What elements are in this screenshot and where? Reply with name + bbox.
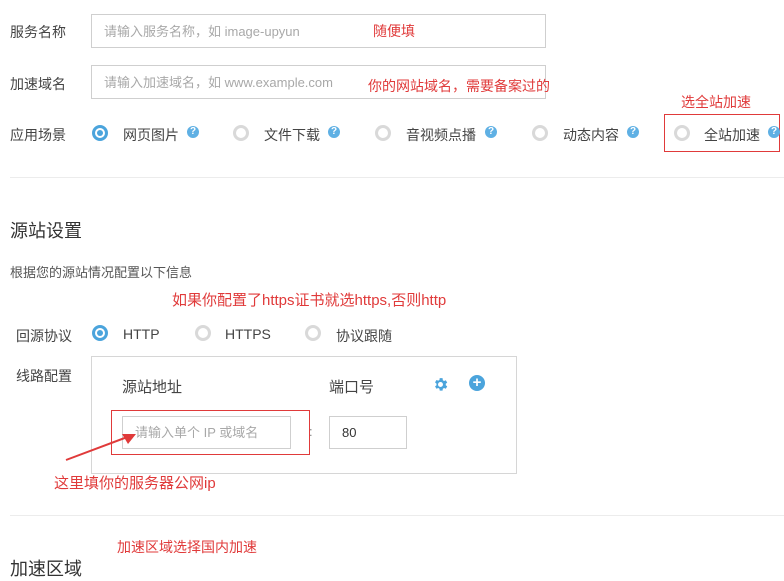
port-header: 端口号 <box>329 379 375 396</box>
help-icon[interactable]: ? <box>627 126 639 138</box>
protocol-radio-https[interactable] <box>195 325 211 341</box>
https-annotation: 如果你配置了https证书就选https,否则http <box>172 292 447 309</box>
add-line-plus-icon[interactable]: + <box>469 375 485 391</box>
protocol-option-https[interactable]: HTTPS <box>225 326 271 342</box>
protocol-option-follow[interactable]: 协议跟随 <box>336 326 392 346</box>
origin-address-header: 源站地址 <box>122 379 183 396</box>
service-name-annotation: 随便填 <box>373 23 415 39</box>
scene-radio-file-download[interactable] <box>233 125 249 141</box>
scene-option-dynamic-content[interactable]: 动态内容 <box>563 125 619 145</box>
gear-icon[interactable] <box>432 376 449 393</box>
port-input[interactable] <box>329 416 407 449</box>
help-icon[interactable]: ? <box>485 126 497 138</box>
scene-option-file-download[interactable]: 文件下载 <box>264 125 320 145</box>
ip-annotation: 这里填你的服务器公网ip <box>54 475 216 492</box>
scene-radio-full-site[interactable] <box>674 125 690 141</box>
address-port-separator: : <box>309 424 313 439</box>
protocol-radio-follow[interactable] <box>305 325 321 341</box>
scene-radio-dynamic-content[interactable] <box>532 125 548 141</box>
origin-section-subtitle: 根据您的源站情况配置以下信息 <box>10 265 193 280</box>
domain-label: 加速域名 <box>10 76 66 92</box>
arrow-annotation-icon <box>65 434 136 461</box>
help-icon[interactable]: ? <box>328 126 340 138</box>
scene-radio-video-on-demand[interactable] <box>375 125 391 141</box>
section-divider <box>10 177 784 178</box>
scene-label: 应用场景 <box>10 127 66 143</box>
region-annotation: 加速区域选择国内加速 <box>117 539 257 555</box>
region-section-title: 加速区域 <box>10 559 82 579</box>
help-icon[interactable]: ? <box>768 126 780 138</box>
origin-section-title: 源站设置 <box>10 221 82 241</box>
origin-address-input[interactable] <box>122 416 291 449</box>
service-name-label: 服务名称 <box>10 24 66 40</box>
domain-annotation: 你的网站域名，需要备案过的 <box>368 78 550 94</box>
section-divider <box>10 515 784 516</box>
protocol-label: 回源协议 <box>16 328 72 344</box>
scene-option-web-image[interactable]: 网页图片 <box>123 125 179 145</box>
protocol-radio-http[interactable] <box>92 325 108 341</box>
scene-option-full-site[interactable]: 全站加速 <box>704 125 760 145</box>
protocol-option-http[interactable]: HTTP <box>123 326 160 342</box>
scene-annotation: 选全站加速 <box>681 94 751 110</box>
scene-radio-web-image[interactable] <box>92 125 108 141</box>
help-icon[interactable]: ? <box>187 126 199 138</box>
line-config-label: 线路配置 <box>16 368 72 384</box>
scene-option-video-on-demand[interactable]: 音视频点播 <box>406 125 476 145</box>
service-name-input[interactable] <box>91 14 546 48</box>
